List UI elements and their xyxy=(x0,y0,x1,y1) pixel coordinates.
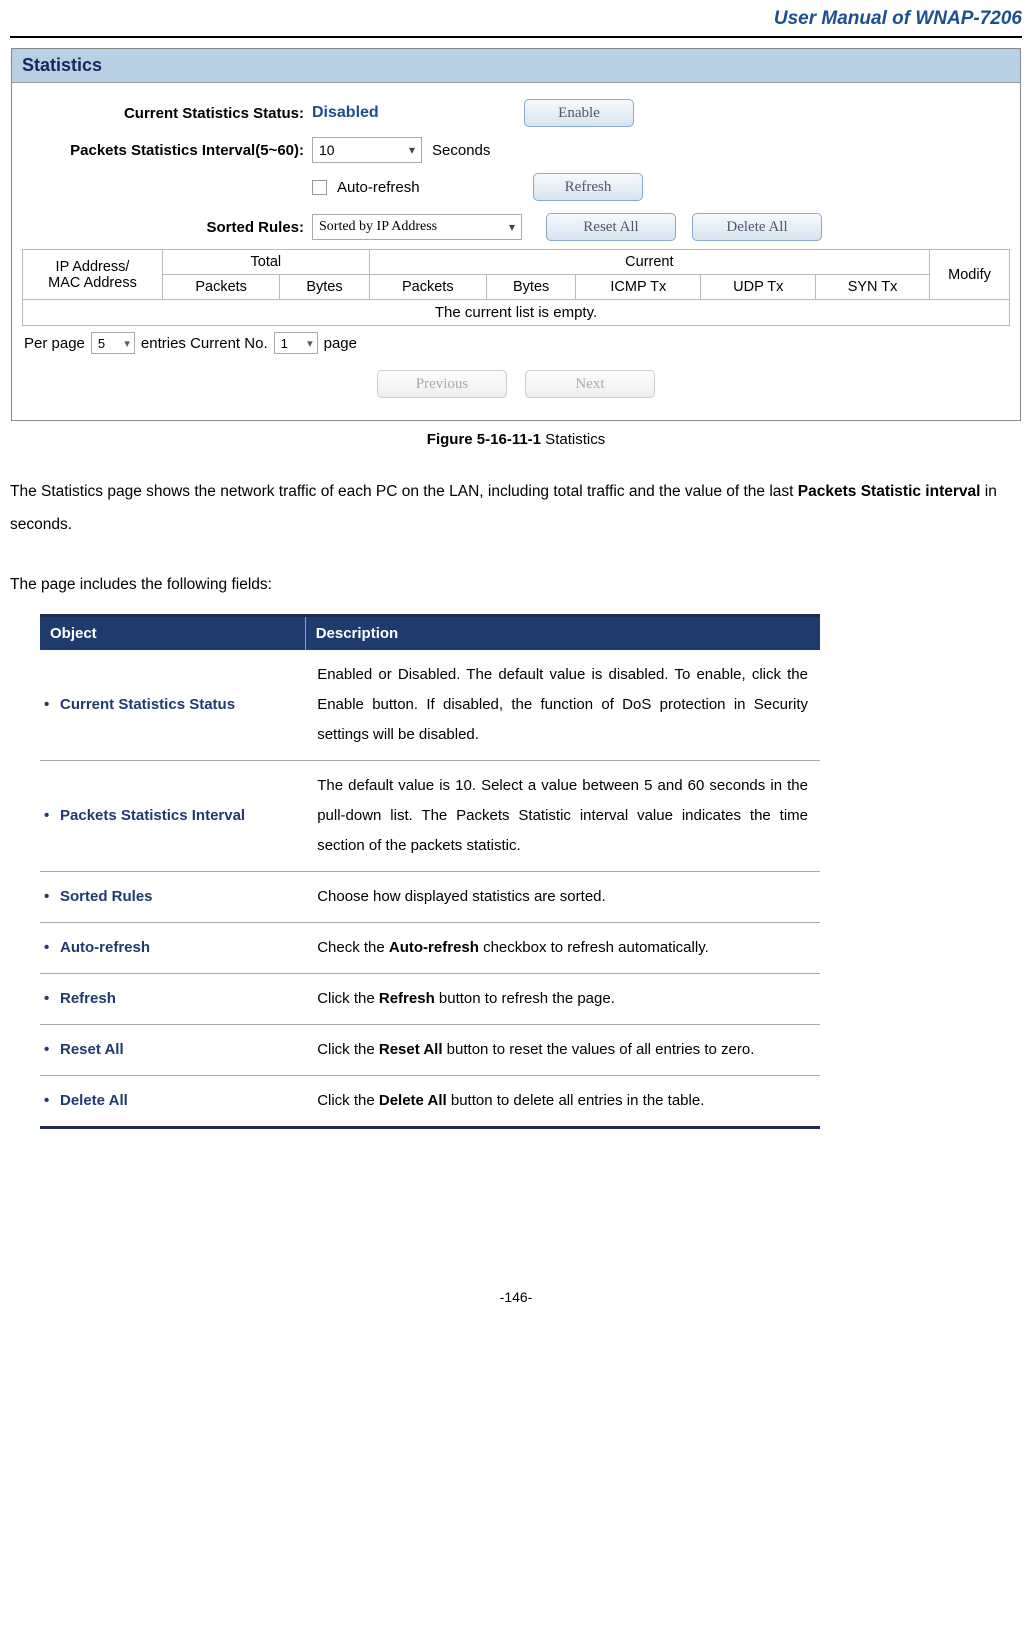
previous-button[interactable]: Previous xyxy=(377,370,507,398)
obj-deleteall: Delete All xyxy=(40,1075,305,1126)
delete-all-button[interactable]: Delete All xyxy=(692,213,822,241)
col-total-packets: Packets xyxy=(163,275,280,300)
obj-refresh: Refresh xyxy=(40,973,305,1024)
refresh-button[interactable]: Refresh xyxy=(533,173,643,201)
col-udp: UDP Tx xyxy=(701,275,816,300)
table-row: Reset All Click the Reset All button to … xyxy=(40,1024,820,1075)
table-row: Sorted Rules Choose how displayed statis… xyxy=(40,871,820,922)
obj-interval: Packets Statistics Interval xyxy=(40,760,305,871)
hdr-description: Description xyxy=(305,617,820,650)
desc-resetall: Click the Reset All button to reset the … xyxy=(305,1024,820,1075)
p1-bold: Packets Statistic interval xyxy=(798,483,981,500)
status-value: Disabled xyxy=(312,104,512,122)
col-total-bytes: Bytes xyxy=(280,275,369,300)
stats-table: IP Address/ MAC Address Total Current Mo… xyxy=(22,249,1010,326)
p1-pre: The Statistics page shows the network tr… xyxy=(10,483,798,500)
table-row: Current Statistics Status Enabled or Dis… xyxy=(40,650,820,761)
page-post: page xyxy=(324,335,357,352)
description-table: Object Description Current Statistics St… xyxy=(40,614,820,1129)
col-ipmac: IP Address/ MAC Address xyxy=(23,250,163,300)
empty-message: The current list is empty. xyxy=(23,300,1010,326)
desc-interval: The default value is 10. Select a value … xyxy=(305,760,820,871)
next-button[interactable]: Next xyxy=(525,370,655,398)
interval-select[interactable]: 10 xyxy=(312,137,422,163)
col-modify: Modify xyxy=(930,250,1010,300)
col-total: Total xyxy=(163,250,370,275)
status-label: Current Statistics Status: xyxy=(22,105,312,122)
figure-title: Statistics xyxy=(541,431,605,448)
auto-refresh-label: Auto-refresh xyxy=(337,179,523,196)
obj-autorefresh: Auto-refresh xyxy=(40,922,305,973)
sorted-rules-select[interactable]: Sorted by IP Address xyxy=(312,214,522,240)
table-row: Delete All Click the Delete All button t… xyxy=(40,1075,820,1126)
sorted-label: Sorted Rules: xyxy=(22,219,312,236)
interval-unit: Seconds xyxy=(432,142,490,159)
obj-current-status: Current Statistics Status xyxy=(40,650,305,761)
fields-intro: The page includes the following fields: xyxy=(10,569,1022,602)
obj-resetall: Reset All xyxy=(40,1024,305,1075)
pagenum-select[interactable]: 1 xyxy=(274,332,318,354)
desc-refresh: Click the Refresh button to refresh the … xyxy=(305,973,820,1024)
desc-current-status: Enabled or Disabled. The default value i… xyxy=(305,650,820,761)
header-rule xyxy=(10,36,1022,38)
col-curr-packets: Packets xyxy=(369,275,486,300)
auto-refresh-checkbox[interactable] xyxy=(312,180,327,195)
perpage-post: entries Current No. xyxy=(141,335,268,352)
hdr-object: Object xyxy=(40,617,305,650)
interval-label: Packets Statistics Interval(5~60): xyxy=(22,142,312,159)
figure-number: Figure 5-16-11-1 xyxy=(427,431,541,448)
table-row: Auto-refresh Check the Auto-refresh chec… xyxy=(40,922,820,973)
enable-button[interactable]: Enable xyxy=(524,99,634,127)
obj-sorted: Sorted Rules xyxy=(40,871,305,922)
pager-row: Per page 5 entries Current No. 1 page xyxy=(22,326,1010,364)
perpage-pre: Per page xyxy=(24,335,85,352)
desc-deleteall: Click the Delete All button to delete al… xyxy=(305,1075,820,1126)
col-icmp: ICMP Tx xyxy=(576,275,701,300)
table-row: Refresh Click the Refresh button to refr… xyxy=(40,973,820,1024)
statistics-screenshot: Statistics Current Statistics Status: Di… xyxy=(11,48,1021,421)
perpage-select[interactable]: 5 xyxy=(91,332,135,354)
manual-title: User Manual of WNAP-7206 xyxy=(10,0,1022,32)
desc-sorted: Choose how displayed statistics are sort… xyxy=(305,871,820,922)
figure-caption: Figure 5-16-11-1 Statistics xyxy=(10,431,1022,448)
col-current: Current xyxy=(369,250,929,275)
panel-title: Statistics xyxy=(12,49,1020,83)
intro-paragraph: The Statistics page shows the network tr… xyxy=(10,476,1022,541)
col-syn: SYN Tx xyxy=(816,275,930,300)
reset-all-button[interactable]: Reset All xyxy=(546,213,676,241)
table-row: Packets Statistics Interval The default … xyxy=(40,760,820,871)
col-curr-bytes: Bytes xyxy=(486,275,575,300)
desc-autorefresh: Check the Auto-refresh checkbox to refre… xyxy=(305,922,820,973)
page-number: -146- xyxy=(10,1289,1022,1317)
